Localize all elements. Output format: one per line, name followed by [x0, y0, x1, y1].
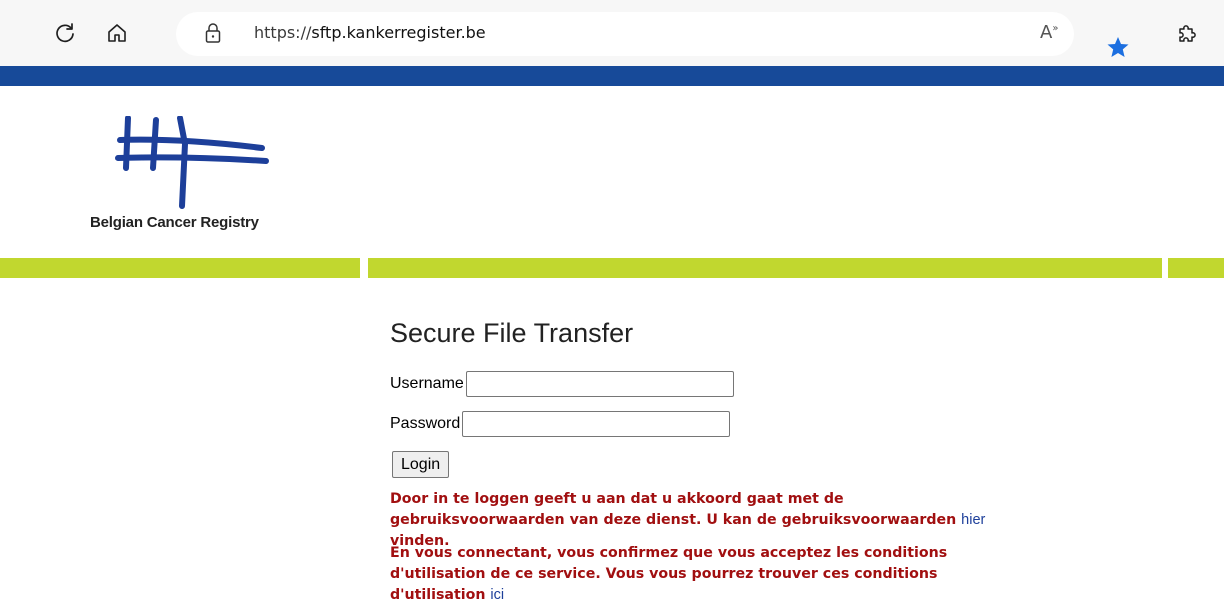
green-divider-left — [0, 258, 360, 278]
read-aloud-label: A — [1040, 22, 1053, 43]
password-label: Password — [390, 415, 461, 432]
username-label: Username — [390, 375, 464, 392]
terms-link-hier[interactable]: hier — [961, 512, 985, 528]
login-panel: Secure File Transfer Username Password L… — [390, 318, 1020, 604]
green-divider-middle — [368, 258, 1162, 278]
read-aloud-icon[interactable]: A» — [1040, 22, 1058, 43]
refresh-icon[interactable] — [52, 20, 78, 46]
logo-mark-icon — [115, 115, 269, 209]
read-aloud-waves: » — [1052, 23, 1059, 34]
header-blue-bar — [0, 66, 1224, 86]
address-bar[interactable]: https://sftp.kankerregister.be A» — [176, 12, 1129, 57]
password-input[interactable] — [462, 411, 731, 437]
terms-notice-french: En vous connectant, vous confirmez que v… — [390, 543, 1000, 606]
url-text[interactable]: https://sftp.kankerregister.be — [254, 23, 486, 42]
terms-notice-dutch-text: Door in te loggen geeft u aan dat u akko… — [390, 491, 962, 528]
terms-notice-french-text: En vous connectant, vous confirmez que v… — [390, 545, 948, 603]
terms-link-ici[interactable]: ici — [490, 587, 504, 603]
login-button[interactable]: Login — [392, 451, 450, 478]
lock-icon[interactable] — [204, 22, 222, 49]
browser-toolbar: https://sftp.kankerregister.be A» — [0, 0, 1224, 66]
logo-text: Belgian Cancer Registry — [90, 214, 259, 231]
belgian-cancer-registry-logo: Belgian Cancer Registry — [90, 115, 310, 246]
url-host: sftp.kankerregister.be — [311, 23, 486, 42]
username-input[interactable] — [465, 371, 734, 397]
password-row: Password — [390, 411, 731, 437]
green-divider-right — [1168, 258, 1224, 278]
url-scheme: https:// — [254, 23, 312, 42]
favorite-star-icon[interactable] — [1106, 36, 1130, 63]
page-title: Secure File Transfer — [390, 318, 634, 348]
extensions-icon[interactable] — [1176, 22, 1198, 49]
home-icon[interactable] — [104, 20, 130, 46]
username-row: Username — [390, 371, 734, 397]
